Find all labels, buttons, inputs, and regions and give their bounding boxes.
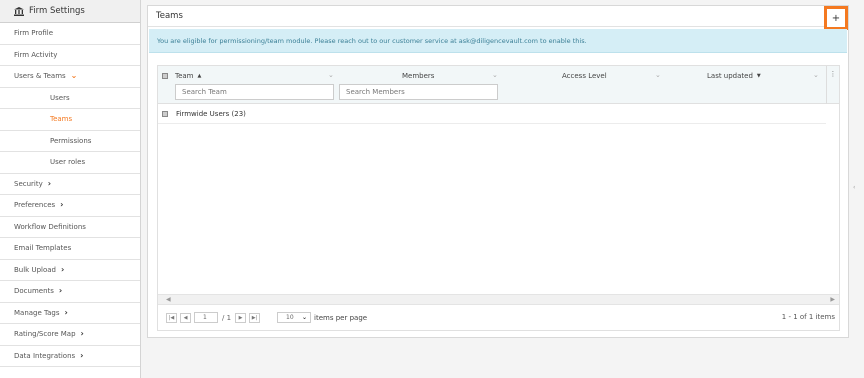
previous-page-icon: ◀	[183, 314, 188, 321]
sidebar-item-data-integrations[interactable]: Data Integrations ›	[0, 346, 140, 367]
sidebar-item-user-roles[interactable]: User roles	[0, 152, 140, 174]
sidebar-item-label: Data Integrations	[14, 351, 76, 360]
column-header-team[interactable]: Team ▲	[175, 71, 201, 81]
first-page-button[interactable]: |◀	[166, 312, 177, 323]
sidebar-item-label: Rating/Score Map	[14, 330, 76, 339]
last-page-button[interactable]: ▶|	[249, 312, 261, 323]
sidebar-item-documents[interactable]: Documents ›	[0, 281, 140, 303]
chevron-down-icon: ⌄	[70, 71, 78, 81]
last-page-icon: ▶|	[251, 314, 258, 321]
sidebar-item-label: Teams	[50, 115, 73, 124]
sidebar-item-preferences[interactable]: Preferences ›	[0, 195, 140, 217]
sidebar-item-label: Security	[14, 179, 43, 188]
sort-asc-icon: ▲	[197, 73, 202, 79]
sidebar-item-rating-score-map[interactable]: Rating/Score Map ›	[0, 324, 140, 346]
teams-grid: Team ▲ ⌄ Members ⌄ Access Level ⌄ Last u…	[157, 65, 840, 331]
sidebar-item-label: Manage Tags	[14, 308, 60, 317]
pagination-info: 1 - 1 of 1 items	[781, 313, 835, 321]
input-placeholder: Search Team	[182, 88, 227, 96]
bank-icon	[14, 6, 24, 16]
sidebar-item-label: Firm Profile	[14, 29, 54, 38]
column-label: Last updated	[707, 72, 753, 80]
plus-icon: +	[831, 12, 841, 24]
teams-panel: Teams + You are eligible for permissioni…	[147, 5, 849, 338]
page-number-input[interactable]: 1	[194, 312, 218, 323]
column-menu-button[interactable]: ⋮	[826, 66, 839, 104]
next-page-icon: ▶	[238, 314, 243, 321]
sidebar-item-label: Email Templates	[14, 244, 72, 253]
input-placeholder: Search Members	[346, 88, 405, 96]
eligibility-notice: You are eligible for permissioning/team …	[149, 29, 847, 53]
per-page-value: 10	[286, 314, 294, 321]
chevron-down-icon: ⌄	[302, 314, 308, 321]
sidebar-item-bulk-upload[interactable]: Bulk Upload ›	[0, 260, 140, 281]
sidebar-title: Firm Settings	[29, 6, 85, 16]
sidebar-item-label: Users & Teams	[14, 72, 66, 81]
chevron-right-icon: ›	[60, 200, 64, 210]
kebab-menu-icon: ⋮	[829, 70, 837, 78]
page-title: Teams	[156, 11, 183, 21]
sort-desc-icon: ▼	[756, 73, 761, 79]
sidebar-item-manage-tags[interactable]: Manage Tags ›	[0, 303, 140, 324]
chevron-right-icon: ›	[47, 178, 52, 188]
sidebar-item-label: Users	[50, 93, 70, 102]
sidebar-item-label: Firm Activity	[14, 50, 58, 59]
chevron-right-icon: ›	[61, 264, 65, 274]
expand-icon[interactable]	[162, 110, 168, 117]
pagination-bar: |◀ ◀ 1 / 1 ▶ ▶| 10 ⌄ items per page 1 - …	[158, 304, 839, 330]
sidebar: Firm Settings Firm Profile Firm Activity…	[0, 0, 141, 378]
sidebar-item-users[interactable]: Users	[0, 88, 140, 109]
sidebar-item-firm-activity[interactable]: Firm Activity	[0, 45, 140, 66]
chevron-down-icon[interactable]: ⌄	[492, 71, 498, 79]
search-members-input[interactable]: Search Members	[339, 84, 498, 100]
first-page-icon: |◀	[168, 314, 175, 321]
sidebar-item-teams[interactable]: Teams	[0, 109, 140, 131]
chevron-right-icon: ›	[58, 286, 63, 296]
sidebar-item-permissions[interactable]: Permissions	[0, 131, 140, 152]
chevron-right-icon: ›	[80, 350, 84, 360]
sidebar-item-label: Documents	[14, 287, 54, 296]
page-number: 1	[203, 314, 207, 321]
grid-header: Team ▲ ⌄ Members ⌄ Access Level ⌄ Last u…	[158, 66, 839, 104]
group-label: Firmwide Users (23)	[176, 109, 246, 118]
sidebar-item-users-teams[interactable]: Users & Teams ⌄	[0, 66, 140, 88]
sidebar-item-workflow-definitions[interactable]: Workflow Definitions	[0, 217, 140, 238]
items-per-page-select[interactable]: 10 ⌄	[277, 312, 312, 323]
column-header-last-updated[interactable]: Last updated ▼	[707, 71, 761, 81]
column-label: Access Level	[562, 72, 607, 80]
chevron-left-icon[interactable]: ‹	[853, 184, 855, 191]
sidebar-item-label: Bulk Upload	[14, 265, 56, 274]
chevron-down-icon[interactable]: ⌄	[655, 71, 661, 79]
chevron-down-icon[interactable]: ⌄	[328, 71, 334, 79]
expand-icon	[162, 73, 168, 79]
sidebar-item-security[interactable]: Security ›	[0, 174, 140, 195]
column-label: Team	[175, 72, 194, 80]
sidebar-header: Firm Settings	[0, 0, 140, 23]
items-per-page-label: items per page	[314, 313, 368, 322]
column-header-members[interactable]: Members	[402, 71, 434, 81]
sidebar-item-label: Workflow Definitions	[14, 222, 86, 231]
sidebar-item-label: User roles	[50, 158, 86, 167]
next-page-button[interactable]: ▶	[235, 312, 247, 323]
add-team-button[interactable]: +	[824, 6, 848, 30]
group-row-firmwide-users[interactable]: Firmwide Users (23)	[158, 104, 826, 124]
search-team-input[interactable]: Search Team	[175, 84, 334, 100]
expand-all-toggle[interactable]	[162, 71, 168, 81]
chevron-right-icon: ›	[80, 329, 84, 339]
sidebar-item-firm-profile[interactable]: Firm Profile	[0, 23, 140, 45]
chevron-right-icon: ›	[64, 307, 68, 317]
scroll-right-icon[interactable]: ▶	[830, 296, 835, 303]
column-label: Members	[402, 72, 435, 80]
sidebar-item-email-templates[interactable]: Email Templates	[0, 238, 140, 260]
notice-text: You are eligible for permissioning/team …	[157, 36, 587, 45]
sidebar-item-label: Preferences	[14, 201, 56, 210]
sidebar-item-label: Permissions	[50, 136, 92, 145]
page-total: / 1	[222, 313, 232, 322]
panel-header: Teams	[148, 6, 848, 27]
column-header-access-level[interactable]: Access Level	[562, 71, 607, 81]
previous-page-button[interactable]: ◀	[180, 312, 191, 323]
chevron-down-icon[interactable]: ⌄	[813, 71, 819, 79]
scroll-left-icon[interactable]: ◀	[166, 296, 171, 303]
